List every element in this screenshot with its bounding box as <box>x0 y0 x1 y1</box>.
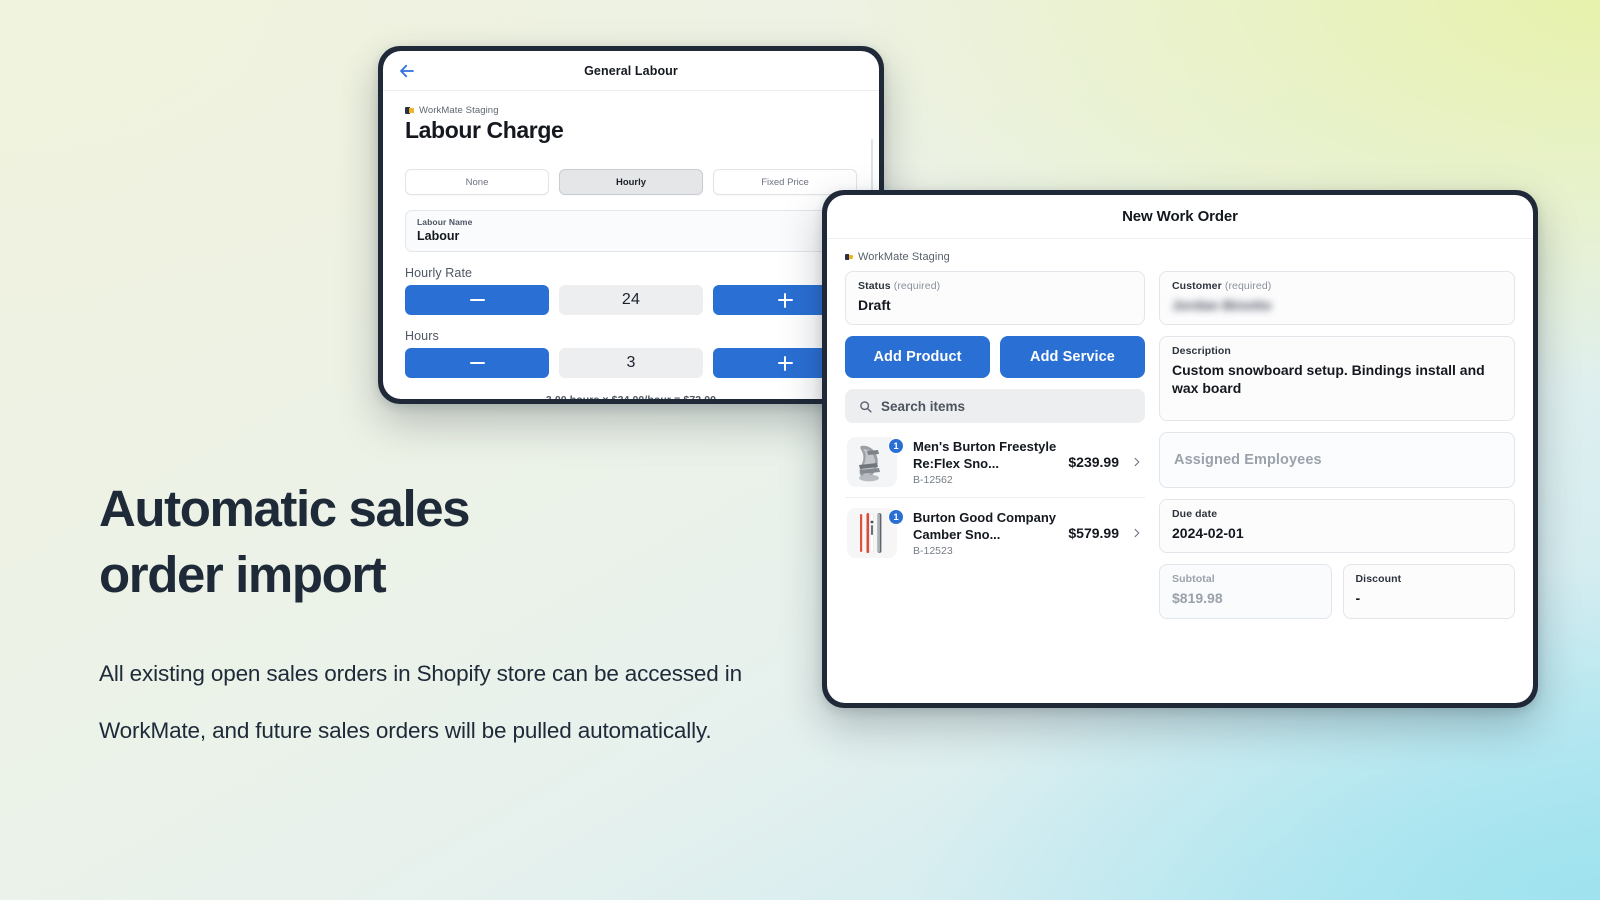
labour-staging-row: WorkMate Staging <box>405 105 857 116</box>
new-work-order-card: New Work Order WorkMate Staging Status (… <box>822 190 1538 708</box>
add-service-button[interactable]: Add Service <box>1000 336 1145 379</box>
hourly-rate-value[interactable]: 24 <box>559 285 703 315</box>
customer-required-hint: (required) <box>1224 280 1272 292</box>
labour-charge-card: General Labour WorkMate Staging Labour C… <box>378 46 884 404</box>
plus-icon <box>777 292 793 308</box>
store-flag-icon <box>845 254 853 260</box>
item-price: $579.99 <box>1068 525 1119 542</box>
work-order-item-list: 1 Men's Burton Freestyle Re:Flex Sno... … <box>845 427 1145 568</box>
item-name: Men's Burton Freestyle Re:Flex Sno... <box>913 439 1057 472</box>
labour-charge-heading: Labour Charge <box>405 117 564 143</box>
charge-type-option-none[interactable]: None <box>405 169 549 195</box>
add-product-button[interactable]: Add Product <box>845 336 990 379</box>
minus-icon <box>469 298 485 302</box>
item-details: Burton Good Company Camber Sno... B-1252… <box>907 509 1058 557</box>
description-field[interactable]: Description Custom snowboard setup. Bind… <box>1159 336 1515 422</box>
headline-line-1: Automatic sales <box>99 480 471 537</box>
labour-charge-summary: 3.00 hours × $24.00/hour = $72.00 <box>405 394 857 399</box>
item-details: Men's Burton Freestyle Re:Flex Sno... B-… <box>907 438 1058 486</box>
item-sku: B-12523 <box>913 545 953 558</box>
labour-card-body: WorkMate Staging Labour Charge None Hour… <box>383 91 879 399</box>
work-order-right-column: Customer (required) Jordan Binotto Descr… <box>1159 271 1515 693</box>
hourly-rate-stepper: 24 <box>405 285 857 315</box>
due-date-field[interactable]: Due date 2024-02-01 <box>1159 499 1515 554</box>
customer-field[interactable]: Customer (required) Jordan Binotto <box>1159 271 1515 326</box>
minus-icon <box>469 361 485 365</box>
subtotal-label: Subtotal <box>1172 573 1215 586</box>
item-thumbnail-wrapper: 1 <box>847 437 904 488</box>
marketing-copy: Automatic sales order import All existin… <box>99 476 799 759</box>
description-label: Description <box>1172 345 1231 358</box>
labour-card-topbar: General Labour <box>383 51 879 91</box>
back-arrow-icon[interactable] <box>397 61 417 81</box>
search-icon <box>859 400 872 413</box>
hours-value[interactable]: 3 <box>559 348 703 378</box>
due-date-value: 2024-02-01 <box>1172 525 1244 542</box>
item-price: $239.99 <box>1068 454 1119 471</box>
labour-name-label: Labour Name <box>417 217 473 227</box>
plus-icon <box>777 355 793 371</box>
subtotal-value: $819.98 <box>1172 590 1223 607</box>
charge-type-option-hourly[interactable]: Hourly <box>559 169 703 195</box>
assigned-employees-field[interactable]: Assigned Employees <box>1159 432 1515 489</box>
hours-stepper: 3 <box>405 348 857 378</box>
description-value: Custom snowboard setup. Bindings install… <box>1172 362 1485 397</box>
labour-staging-label: WorkMate Staging <box>419 105 499 116</box>
due-date-label: Due date <box>1172 508 1218 521</box>
work-order-title: New Work Order <box>1122 208 1238 225</box>
item-quantity-badge: 1 <box>888 438 904 455</box>
labour-charge-screen: General Labour WorkMate Staging Labour C… <box>383 51 879 399</box>
labour-name-value: Labour <box>417 229 460 243</box>
work-order-body: WorkMate Staging Status (required) Draft <box>827 239 1533 703</box>
labour-name-field[interactable]: Labour Name Labour <box>405 210 857 252</box>
status-label: Status (required) <box>858 280 941 292</box>
status-field[interactable]: Status (required) Draft <box>845 271 1145 326</box>
discount-label: Discount <box>1355 573 1402 586</box>
work-order-left-column: Status (required) Draft Add Product Add … <box>845 271 1145 693</box>
item-quantity-badge: 1 <box>888 509 904 526</box>
hours-label: Hours <box>405 329 439 343</box>
status-required-hint: (required) <box>893 280 941 292</box>
item-name: Burton Good Company Camber Sno... <box>913 510 1056 543</box>
subtotal-field: Subtotal $819.98 <box>1159 564 1332 619</box>
search-items-input[interactable]: Search items <box>845 389 1145 424</box>
item-sku: B-12562 <box>913 474 953 487</box>
customer-label: Customer (required) <box>1172 280 1272 292</box>
new-work-order-screen: New Work Order WorkMate Staging Status (… <box>827 195 1533 703</box>
labour-card-title: General Labour <box>584 63 678 78</box>
customer-value: Jordan Binotto <box>1172 297 1272 313</box>
hours-decrement-button[interactable] <box>405 348 549 378</box>
list-item[interactable]: 1 Men's Burton Freestyle Re:Flex Sno... … <box>845 427 1145 499</box>
chevron-right-icon[interactable] <box>1129 525 1143 541</box>
totals-row: Subtotal $819.98 Discount - <box>1159 564 1515 619</box>
assigned-employees-placeholder: Assigned Employees <box>1174 452 1322 469</box>
search-items-placeholder: Search items <box>881 398 966 414</box>
work-order-columns: Status (required) Draft Add Product Add … <box>845 271 1515 693</box>
work-order-topbar: New Work Order <box>827 195 1533 239</box>
discount-value: - <box>1355 590 1361 607</box>
work-order-action-buttons: Add Product Add Service <box>845 336 1145 379</box>
work-order-staging-label: WorkMate Staging <box>858 251 950 263</box>
list-item[interactable]: 1 Burton Good Company Camber Sno... B-12… <box>845 498 1145 568</box>
work-order-staging-row: WorkMate Staging <box>845 251 1515 263</box>
page-title: Automatic sales order import <box>99 476 799 609</box>
chevron-right-icon[interactable] <box>1129 454 1143 470</box>
headline-line-2: order import <box>99 546 387 604</box>
status-value: Draft <box>858 297 891 313</box>
charge-type-segmented-control: None Hourly Fixed Price <box>405 169 857 195</box>
hourly-rate-label: Hourly Rate <box>405 266 473 280</box>
marketing-body-text: All existing open sales orders in Shopif… <box>99 660 742 743</box>
item-thumbnail-wrapper: 1 <box>847 508 904 559</box>
discount-field[interactable]: Discount - <box>1342 564 1515 619</box>
promo-graphic: Automatic sales order import All existin… <box>0 0 1600 900</box>
store-flag-icon <box>405 107 414 114</box>
hourly-rate-decrement-button[interactable] <box>405 285 549 315</box>
